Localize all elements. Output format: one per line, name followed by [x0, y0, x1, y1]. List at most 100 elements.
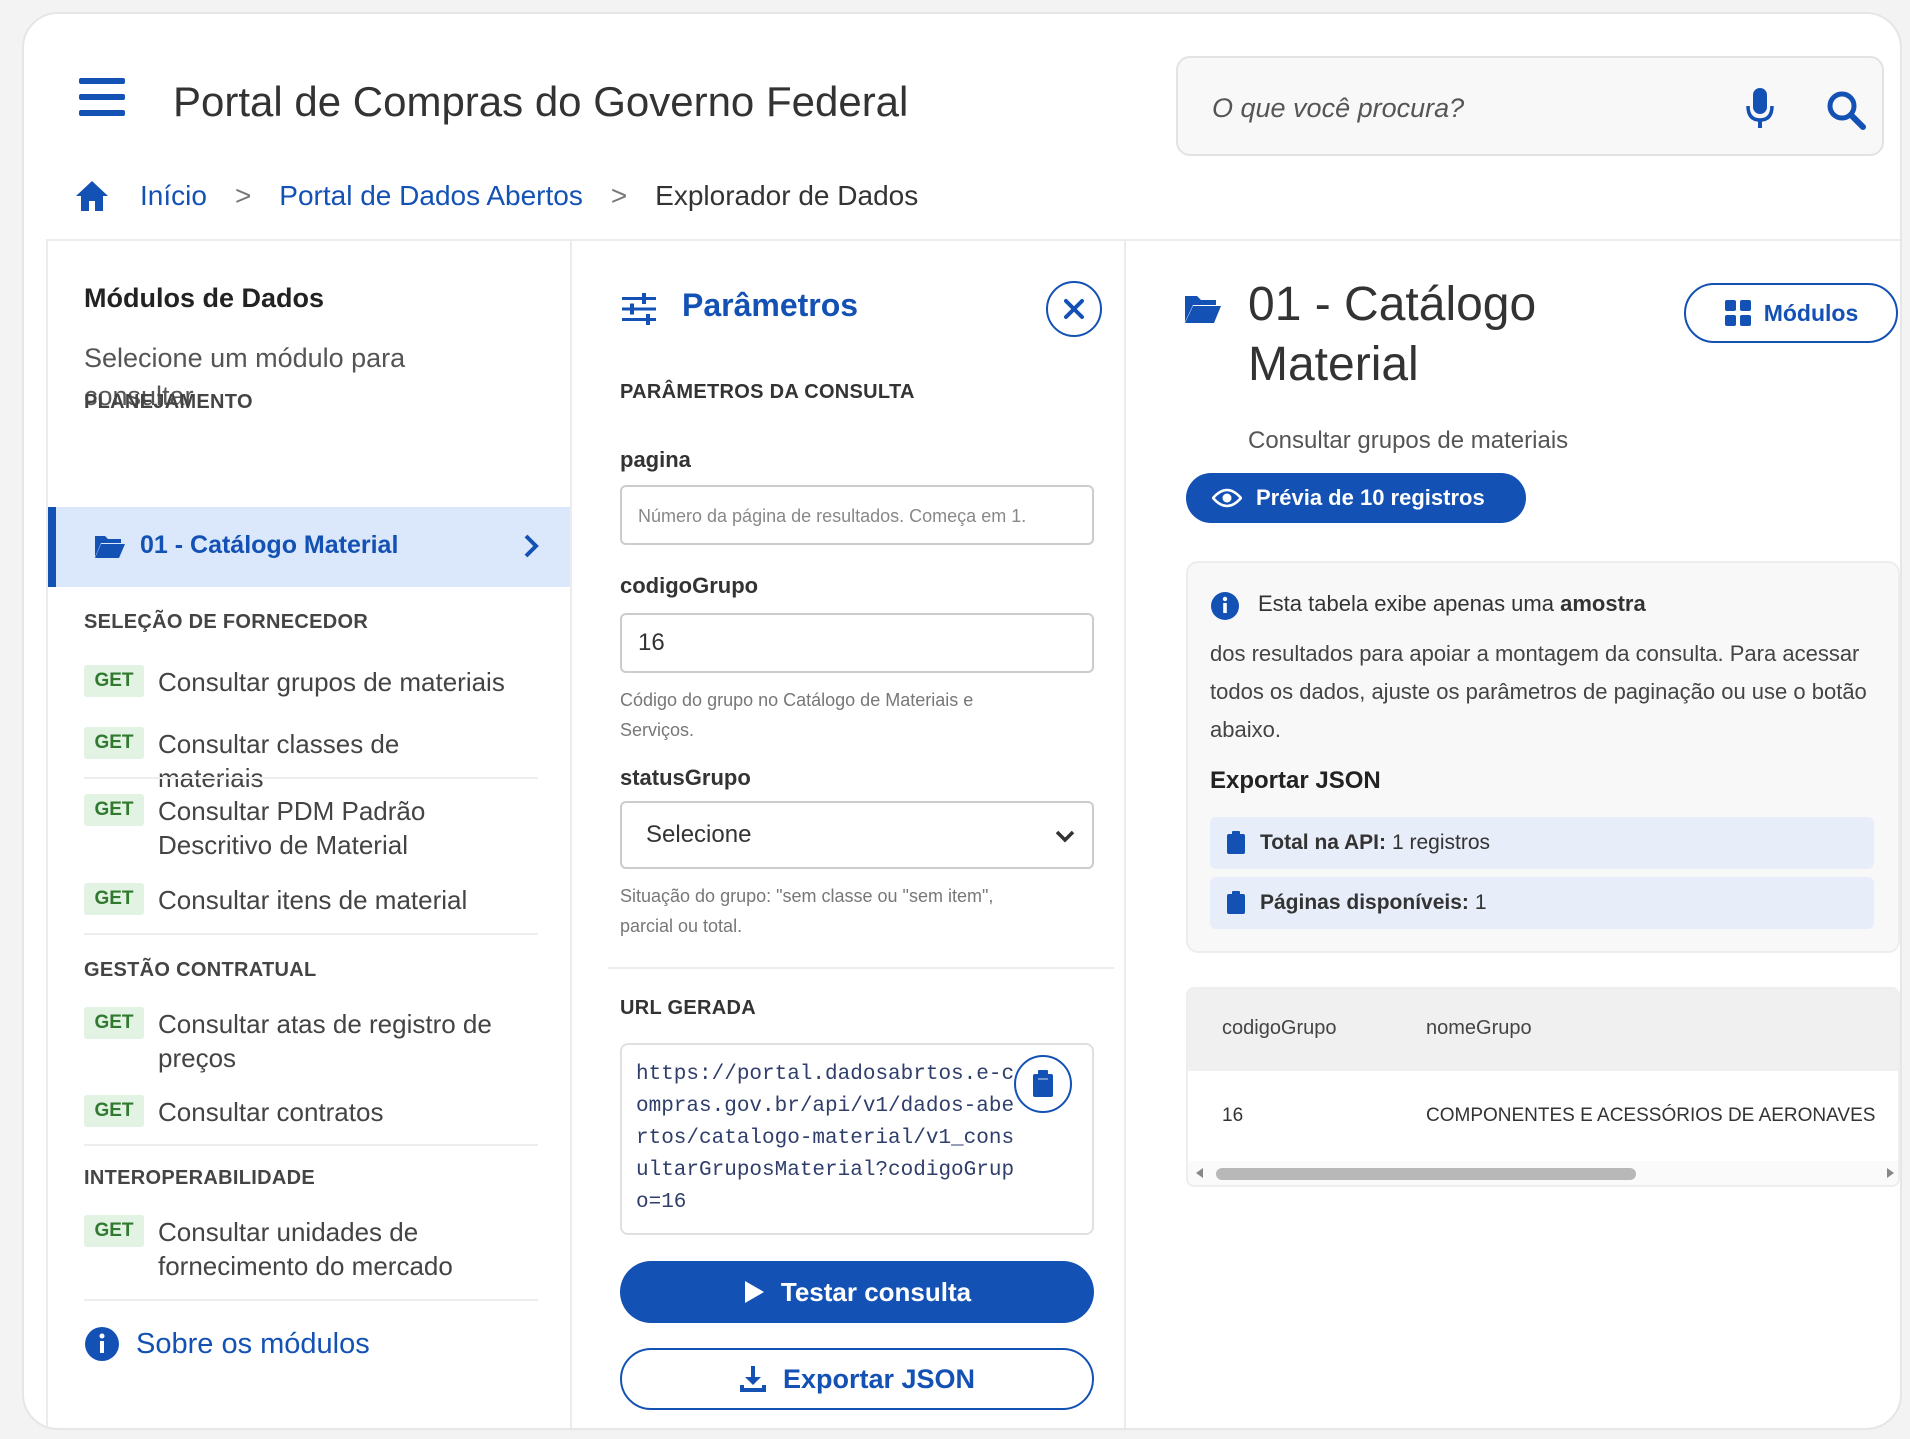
api-item-itens-material[interactable]: GET Consultar itens de material — [84, 883, 538, 923]
total-api-value: 1 registros — [1392, 831, 1491, 854]
status-grupo-hint: Situação do grupo: "sem classe ou "sem i… — [620, 886, 994, 936]
horizontal-scrollbar[interactable] — [1188, 1161, 1898, 1185]
pages-available-label: Páginas disponíveis: — [1260, 891, 1469, 914]
api-item-unidades-fornecimento[interactable]: GET Consultar unidades de fornecimento d… — [84, 1215, 538, 1285]
chevron-down-icon — [1055, 830, 1075, 843]
scroll-left-icon[interactable] — [1196, 1168, 1203, 1178]
app-title: Portal de Compras do Governo Federal — [173, 78, 909, 125]
test-query-label: Testar consulta — [780, 1276, 972, 1307]
status-grupo-select[interactable]: Selecione — [620, 801, 1094, 869]
clipboard-icon — [1227, 831, 1245, 854]
test-query-button[interactable]: Testar consulta — [620, 1261, 1094, 1323]
status-grupo-selected: Selecione — [646, 821, 752, 848]
pages-available-row: Páginas disponíveis: 1 — [1210, 877, 1874, 929]
api-item-label: Consultar itens de material — [158, 885, 468, 915]
table-cell: 16 — [1222, 1105, 1244, 1126]
folder-open-icon — [95, 536, 125, 558]
info-text: dos resultados para apoiar a montagem da… — [1210, 641, 1867, 742]
export-json-button[interactable]: Exportar JSON — [620, 1348, 1094, 1410]
table-cell: COMPONENTES E ACESSÓRIOS DE AERONAVES — [1426, 1105, 1876, 1126]
api-item-grupos-materiais[interactable]: GET Consultar grupos de materiais — [84, 665, 538, 705]
breadcrumb-separator: > — [610, 180, 628, 211]
modules-button[interactable]: Módulos — [1684, 283, 1898, 343]
search-icon[interactable] — [1826, 90, 1866, 130]
scroll-right-icon[interactable] — [1887, 1168, 1894, 1178]
column-header[interactable]: nomeGrupo — [1426, 1017, 1532, 1040]
play-icon — [744, 1281, 764, 1303]
get-method-badge: GET — [84, 883, 144, 915]
status-grupo-label: statusGrupo — [620, 765, 751, 790]
get-method-badge: GET — [84, 1095, 144, 1127]
total-api-row: Total na API: 1 registros — [1210, 817, 1874, 869]
breadcrumb: Início > Portal de Dados Abertos > Explo… — [74, 176, 918, 216]
grid-icon — [1724, 300, 1751, 326]
section-label-gestao-contratual: GESTÃO CONTRATUAL — [84, 959, 317, 981]
api-item-label: Consultar contratos — [158, 1097, 384, 1127]
api-item-label: Consultar PDM Padrão Descritivo de Mater… — [158, 796, 426, 860]
close-icon — [1064, 299, 1084, 319]
info-intro-line: Esta tabela exibe apenas uma amostra — [1258, 591, 1646, 617]
item-divider — [84, 1299, 538, 1301]
column-header[interactable]: codigoGrupo — [1222, 1017, 1337, 1040]
get-method-badge: GET — [84, 1215, 144, 1247]
modules-sidebar: Módulos de Dados Selecione um módulo par… — [48, 241, 570, 1428]
microphone-icon[interactable] — [1744, 88, 1776, 130]
clipboard-icon — [1033, 1070, 1053, 1097]
about-modules-label: Sobre os módulos — [136, 1327, 370, 1360]
api-item-pdm[interactable]: GET Consultar PDM Padrão Descritivo de M… — [84, 794, 538, 864]
section-divider — [608, 967, 1114, 969]
api-item-atas-registro[interactable]: GET Consultar atas de registro de preços — [84, 1007, 538, 1077]
api-item-label: Consultar atas de registro de preços — [158, 1009, 492, 1073]
eye-icon — [1212, 488, 1242, 508]
api-item-classes-materiais[interactable]: GET Consultar classes de materiais — [84, 727, 538, 793]
query-params-label: PARÂMETROS DA CONSULTA — [620, 381, 915, 403]
get-method-badge: GET — [84, 665, 144, 697]
info-intro: Esta tabela exibe apenas uma — [1258, 591, 1554, 616]
breadcrumb-current: Explorador de Dados — [655, 180, 919, 211]
api-item-label: Consultar unidades de fornecimento do me… — [158, 1217, 453, 1281]
pages-available-value: 1 — [1474, 891, 1487, 914]
codigo-grupo-hint: Código do grupo no Catálogo de Materiais… — [620, 690, 974, 740]
about-modules-link[interactable]: Sobre os módulos — [84, 1326, 370, 1362]
get-method-badge: GET — [84, 794, 144, 826]
breadcrumb-dados-abertos-link[interactable]: Portal de Dados Abertos — [279, 180, 583, 212]
info-bold: amostra — [1560, 591, 1646, 616]
api-item-contratos[interactable]: GET Consultar contratos — [84, 1095, 538, 1135]
app-window: Portal de Compras do Governo Federal Iní… — [22, 12, 1902, 1430]
sliders-icon — [622, 293, 656, 325]
breadcrumb-separator: > — [234, 180, 252, 211]
table-header: codigoGrupo nomeGrupo — [1188, 989, 1898, 1071]
sample-info-panel: Esta tabela exibe apenas uma amostra dos… — [1186, 561, 1900, 953]
module-detail-panel: 01 - Catálogo Material Módulos Consultar… — [1126, 241, 1900, 1428]
pagina-label: pagina — [620, 447, 691, 472]
pagina-input[interactable] — [620, 485, 1094, 545]
folder-open-icon — [1185, 296, 1221, 323]
api-item-label: Consultar classes de materiais — [158, 729, 400, 793]
section-label-planejamento: PLANEJAMENTO — [84, 391, 253, 413]
export-json-label: Exportar JSON — [782, 1363, 976, 1394]
item-divider — [84, 777, 538, 779]
codigo-grupo-input[interactable] — [620, 613, 1094, 673]
search-input[interactable] — [1212, 86, 1682, 130]
export-json-title: Exportar JSON — [1210, 767, 1381, 794]
module-subtitle: Consultar grupos de materiais — [1248, 427, 1569, 454]
breadcrumb-home-link[interactable]: Início — [140, 180, 207, 212]
preview-table: codigoGrupo nomeGrupo 16 COMPONENTES E A… — [1186, 987, 1900, 1187]
scrollbar-thumb[interactable] — [1216, 1168, 1636, 1180]
menu-icon[interactable] — [79, 78, 125, 116]
copy-url-button[interactable] — [1014, 1055, 1072, 1113]
search-box — [1176, 56, 1884, 156]
codigo-grupo-label: codigoGrupo — [620, 573, 759, 598]
home-icon[interactable] — [74, 179, 110, 213]
sidebar-item-catalogo-material[interactable]: 01 - Catálogo Material — [48, 507, 570, 587]
module-title: 01 - Catálogo Material — [1248, 278, 1537, 391]
generated-url-label: URL GERADA — [620, 997, 756, 1019]
generated-url-box: https://portal.dadosabrtos.e-compras.gov… — [620, 1043, 1094, 1235]
close-button[interactable] — [1046, 281, 1102, 337]
preview-records-button[interactable]: Prévia de 10 registros — [1186, 473, 1526, 523]
total-api-label: Total na API: — [1260, 831, 1386, 854]
preview-records-label: Prévia de 10 registros — [1256, 485, 1485, 510]
modules-button-label: Módulos — [1763, 299, 1859, 326]
item-divider — [84, 933, 538, 935]
section-label-interoperabilidade: INTEROPERABILIDADE — [84, 1167, 315, 1189]
